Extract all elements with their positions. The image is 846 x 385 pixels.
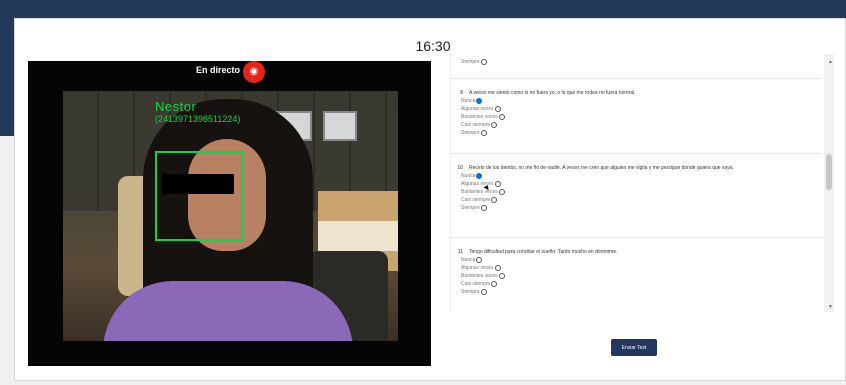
radio-button[interactable] bbox=[498, 114, 505, 120]
option-siempre[interactable]: Siempre bbox=[461, 58, 816, 66]
scrollbar-thumb[interactable] bbox=[826, 154, 832, 190]
option-siempre[interactable]: Siempre bbox=[461, 129, 816, 137]
radio-button[interactable] bbox=[494, 265, 501, 271]
face-detection-box bbox=[155, 151, 243, 241]
radio-button[interactable] bbox=[480, 130, 487, 136]
left-accent-bar bbox=[0, 18, 14, 136]
live-label: En directo bbox=[196, 65, 241, 75]
detection-name-label: Nestor bbox=[155, 99, 197, 114]
option-algunas-veces[interactable]: Algunas veces bbox=[461, 180, 816, 188]
radio-button[interactable] bbox=[498, 273, 505, 279]
option-siempre[interactable]: Siempre bbox=[461, 204, 816, 212]
question-item: 11 Tengo dificultad para conciliar el su… bbox=[451, 248, 816, 296]
radio-button-selected[interactable] bbox=[476, 173, 483, 179]
option-nunca[interactable]: Nunca bbox=[461, 256, 816, 264]
option-nunca[interactable]: Nunca bbox=[461, 97, 816, 105]
radio-button[interactable] bbox=[480, 59, 487, 65]
radio-button[interactable] bbox=[498, 189, 505, 195]
questionnaire-panel[interactable]: Siempre 8 A veces me siento como si no f… bbox=[450, 54, 834, 312]
scroll-down-icon[interactable]: ▼ bbox=[828, 304, 833, 310]
question-number: 8 bbox=[460, 90, 463, 96]
countdown-timer: 16:30 bbox=[415, 38, 451, 54]
question-prompt: A veces me siento como si no fuera yo, o… bbox=[469, 90, 636, 96]
radio-button[interactable] bbox=[491, 197, 498, 203]
option-bastantes-veces[interactable]: Bastantes veces bbox=[461, 188, 816, 196]
radio-button[interactable] bbox=[491, 122, 498, 128]
question-item: 10 Recelo de los demás, no me fio de nad… bbox=[451, 164, 816, 212]
question-item: Siempre bbox=[451, 58, 816, 66]
scrollbar[interactable]: ▲ ▼ bbox=[824, 54, 834, 312]
question-prompt: Recelo de los demás, no me fio de nadie.… bbox=[469, 165, 734, 171]
radio-button-selected[interactable] bbox=[476, 98, 483, 104]
submit-test-button[interactable]: Enviar Test bbox=[611, 339, 657, 356]
detection-code-label: (2413971396511224) bbox=[155, 114, 241, 124]
radio-button[interactable] bbox=[480, 205, 487, 211]
option-bastantes-veces[interactable]: Bastantes veces bbox=[461, 272, 816, 280]
option-algunas-veces[interactable]: Algunas veces bbox=[461, 264, 816, 272]
option-bastantes-veces[interactable]: Bastantes veces bbox=[461, 113, 816, 121]
question-item: 8 A veces me siento como si no fuera yo,… bbox=[451, 89, 816, 137]
radio-button[interactable] bbox=[476, 257, 483, 263]
radio-button[interactable] bbox=[494, 106, 501, 112]
option-casi-siempre[interactable]: Casi siempre bbox=[461, 121, 816, 129]
radio-button[interactable] bbox=[494, 181, 501, 187]
radio-button[interactable] bbox=[491, 281, 498, 287]
option-siempre[interactable]: Siempre bbox=[461, 288, 816, 296]
live-video-feed: En directo ◉ Nestor (2413971396511224) bbox=[28, 61, 431, 366]
option-nunca[interactable]: Nunca bbox=[461, 172, 816, 180]
live-broadcast-icon: ◉ bbox=[243, 61, 265, 83]
radio-button[interactable] bbox=[480, 289, 487, 295]
option-algunas-veces[interactable]: Algunas veces bbox=[461, 105, 816, 113]
option-casi-siempre[interactable]: Casi siempre bbox=[461, 196, 816, 204]
option-casi-siempre[interactable]: Casi siempre bbox=[461, 280, 816, 288]
question-number: 11 bbox=[457, 249, 463, 255]
privacy-censor-bar bbox=[162, 174, 234, 194]
scroll-up-icon[interactable]: ▲ bbox=[828, 59, 833, 65]
top-bar bbox=[0, 0, 846, 18]
question-number: 10 bbox=[457, 165, 463, 171]
question-prompt: Tengo dificultad para conciliar el sueño… bbox=[469, 249, 618, 255]
